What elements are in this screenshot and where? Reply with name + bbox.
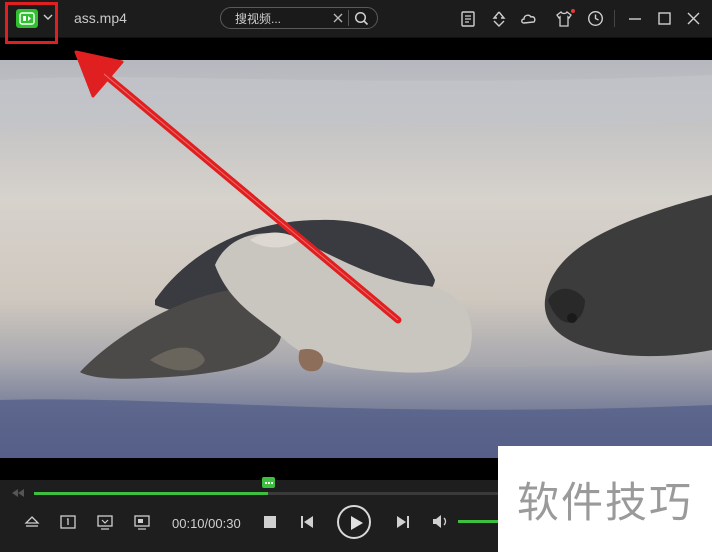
- time-display: 00:10/00:30: [172, 516, 241, 531]
- play-icon: [351, 516, 363, 530]
- file-name: ass.mp4: [74, 10, 127, 26]
- search-input[interactable]: [233, 10, 333, 28]
- history-icon[interactable]: [587, 10, 604, 27]
- picture-in-picture-icon[interactable]: [134, 515, 150, 530]
- screenshot-icon[interactable]: [97, 515, 113, 530]
- watermark-text: 软件技巧: [516, 477, 693, 527]
- player-logo-icon[interactable]: [16, 9, 38, 28]
- playlist-icon[interactable]: [460, 10, 476, 28]
- cloud-icon[interactable]: [520, 10, 538, 28]
- rewind-icon[interactable]: [10, 488, 26, 498]
- progress-fill: [34, 492, 268, 495]
- subtitle-icon[interactable]: [60, 515, 76, 529]
- play-button[interactable]: [337, 505, 371, 539]
- recycle-icon[interactable]: [490, 10, 508, 28]
- eject-icon[interactable]: [24, 515, 40, 529]
- minimize-icon[interactable]: [628, 10, 642, 27]
- maximize-icon[interactable]: [657, 10, 672, 27]
- video-frame[interactable]: [0, 60, 712, 458]
- stop-icon[interactable]: [263, 515, 277, 529]
- next-icon[interactable]: [395, 515, 411, 529]
- chevron-down-icon[interactable]: [42, 11, 54, 23]
- close-window-icon[interactable]: [686, 10, 701, 27]
- toolbar-divider: [614, 10, 615, 27]
- volume-icon[interactable]: [432, 514, 448, 529]
- close-icon[interactable]: [331, 11, 345, 25]
- search-divider: [348, 10, 349, 26]
- skin-icon[interactable]: [555, 10, 573, 28]
- video-letterbox-top: [0, 38, 712, 60]
- search-icon[interactable]: [354, 11, 369, 26]
- notification-dot: [571, 9, 575, 13]
- search-box: [220, 7, 378, 29]
- progress-handle[interactable]: [262, 477, 275, 488]
- watermark: 软件技巧: [498, 446, 712, 552]
- previous-icon[interactable]: [299, 515, 315, 529]
